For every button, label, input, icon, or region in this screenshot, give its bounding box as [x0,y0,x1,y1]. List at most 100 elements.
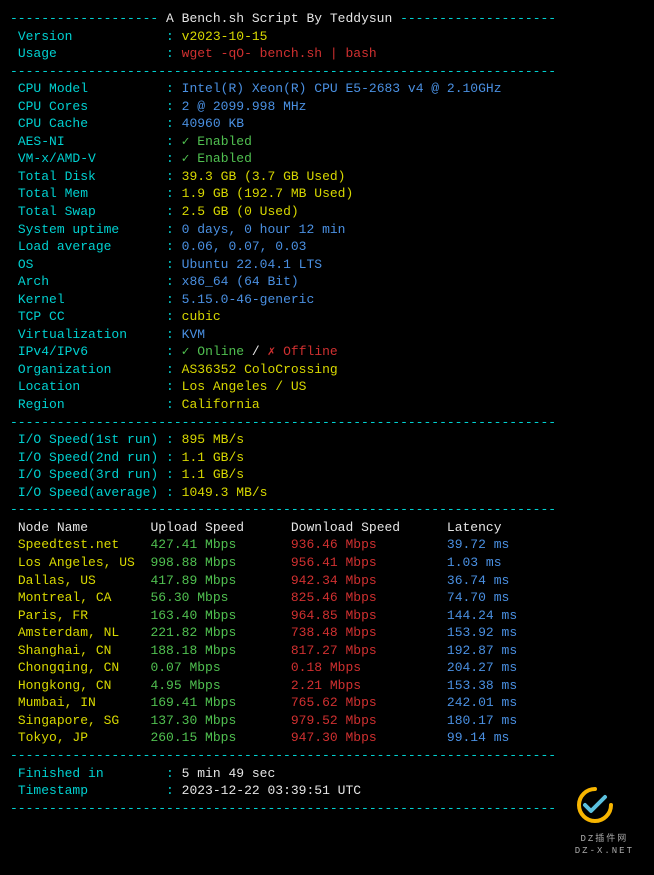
terminal-line: Load average : 0.06, 0.07, 0.03 [10,238,644,256]
node-name-11: Tokyo, JP [18,730,151,745]
upload-2: 417.89 Mbps [150,573,290,588]
upload-9: 169.41 Mbps [150,695,290,710]
org-label: Organization [18,362,166,377]
upload-3: 56.30 Mbps [150,590,290,605]
terminal-line: I/O Speed(2nd run) : 1.1 GB/s [10,449,644,467]
terminal-line: Virtualization : KVM [10,326,644,344]
os-value: Ubuntu 22.04.1 LTS [182,257,322,272]
mem-label: Total Mem [18,186,166,201]
tcpcc-value: cubic [182,309,221,324]
download-9: 765.62 Mbps [291,695,447,710]
download-6: 817.27 Mbps [291,643,447,658]
node-name-10: Singapore, SG [18,713,151,728]
terminal-line: Mumbai, IN 169.41 Mbps 765.62 Mbps 242.0… [10,694,644,712]
terminal-line: ----------------------------------------… [10,501,644,519]
download-10: 979.52 Mbps [291,713,447,728]
terminal-line: CPU Model : Intel(R) Xeon(R) CPU E5-2683… [10,80,644,98]
terminal-line: I/O Speed(1st run) : 895 MB/s [10,431,644,449]
terminal-line: Tokyo, JP 260.15 Mbps 947.30 Mbps 99.14 … [10,729,644,747]
ipv4-status: ✓ Online [182,344,244,359]
col-latency: Latency [447,520,502,535]
terminal-line: Chongqing, CN 0.07 Mbps 0.18 Mbps 204.27… [10,659,644,677]
latency-11: 99.14 ms [447,730,509,745]
col-download: Download Speed [291,520,447,535]
virt-value: KVM [182,327,205,342]
terminal-line: I/O Speed(3rd run) : 1.1 GB/s [10,466,644,484]
os-label: OS [18,257,166,272]
upload-10: 137.30 Mbps [150,713,290,728]
node-name-9: Mumbai, IN [18,695,151,710]
terminal-line: Kernel : 5.15.0-46-generic [10,291,644,309]
terminal-line: Timestamp : 2023-12-22 03:39:51 UTC [10,782,644,800]
terminal-line: Singapore, SG 137.30 Mbps 979.52 Mbps 18… [10,712,644,730]
node-name-7: Chongqing, CN [18,660,151,675]
node-name-3: Montreal, CA [18,590,151,605]
io-avg-value: 1049.3 MB/s [182,485,268,500]
arch-label: Arch [18,274,166,289]
vmx-label: VM-x/AMD-V [18,151,166,166]
uptime-label: System uptime [18,222,166,237]
latency-2: 36.74 ms [447,573,509,588]
terminal-line: Paris, FR 163.40 Mbps 964.85 Mbps 144.24… [10,607,644,625]
node-name-5: Amsterdam, NL [18,625,151,640]
ipv6-status: ✗ Offline [268,344,338,359]
latency-6: 192.87 ms [447,643,517,658]
upload-11: 260.15 Mbps [150,730,290,745]
upload-8: 4.95 Mbps [150,678,290,693]
node-name-0: Speedtest.net [18,537,151,552]
cpu-model-value: Intel(R) Xeon(R) CPU E5-2683 v4 @ 2.10GH… [182,81,502,96]
terminal-line: Speedtest.net 427.41 Mbps 936.46 Mbps 39… [10,536,644,554]
terminal-line: ----------------------------------------… [10,747,644,765]
latency-3: 74.70 ms [447,590,509,605]
terminal-line: IPv4/IPv6 : ✓ Online / ✗ Offline [10,343,644,361]
terminal-line: Hongkong, CN 4.95 Mbps 2.21 Mbps 153.38 … [10,677,644,695]
io-2-label: I/O Speed(2nd run) [18,450,166,465]
terminal-line: Usage : wget -qO- bench.sh | bash [10,45,644,63]
latency-8: 153.38 ms [447,678,517,693]
kernel-value: 5.15.0-46-generic [182,292,315,307]
finished-label: Finished in [18,766,166,781]
timestamp-value: 2023-12-22 03:39:51 UTC [182,783,361,798]
swap-value: 2.5 GB (0 Used) [182,204,299,219]
download-5: 738.48 Mbps [291,625,447,640]
col-upload: Upload Speed [150,520,290,535]
usage-label: Usage [18,46,166,61]
cpu-cache-value: 40960 KB [182,116,244,131]
org-value: AS36352 ColoCrossing [182,362,338,377]
terminal-line: I/O Speed(average) : 1049.3 MB/s [10,484,644,502]
cpu-cache-label: CPU Cache [18,116,166,131]
cpu-cores-label: CPU Cores [18,99,166,114]
latency-7: 204.27 ms [447,660,517,675]
loc-label: Location [18,379,166,394]
arch-value: x86_64 (64 Bit) [182,274,299,289]
download-8: 2.21 Mbps [291,678,447,693]
node-name-6: Shanghai, CN [18,643,151,658]
terminal-line: AES-NI : ✓ Enabled [10,133,644,151]
terminal-output: ------------------- A Bench.sh Script By… [10,10,644,817]
upload-7: 0.07 Mbps [150,660,290,675]
io-1-label: I/O Speed(1st run) [18,432,166,447]
header-title: A Bench.sh Script By Teddysun [158,11,400,26]
io-avg-label: I/O Speed(average) [18,485,166,500]
terminal-line: ------------------- A Bench.sh Script By… [10,10,644,28]
aesni-value: ✓ Enabled [182,134,252,149]
version-value: v2023-10-15 [182,29,268,44]
col-node: Node Name [18,520,151,535]
latency-9: 242.01 ms [447,695,517,710]
terminal-line: Total Mem : 1.9 GB (192.7 MB Used) [10,185,644,203]
download-1: 956.41 Mbps [291,555,447,570]
load-label: Load average [18,239,166,254]
terminal-line: Los Angeles, US 998.88 Mbps 956.41 Mbps … [10,554,644,572]
terminal-line: Total Swap : 2.5 GB (0 Used) [10,203,644,221]
region-value: California [182,397,260,412]
watermark-sub: DZ-X.NET [575,846,634,856]
upload-1: 998.88 Mbps [150,555,290,570]
cpu-cores-value: 2 @ 2099.998 MHz [182,99,307,114]
terminal-line: Amsterdam, NL 221.82 Mbps 738.48 Mbps 15… [10,624,644,642]
region-label: Region [18,397,166,412]
terminal-line: Node Name Upload Speed Download Speed La… [10,519,644,537]
terminal-line: TCP CC : cubic [10,308,644,326]
terminal-line: Dallas, US 417.89 Mbps 942.34 Mbps 36.74… [10,572,644,590]
download-7: 0.18 Mbps [291,660,447,675]
terminal-line: Region : California [10,396,644,414]
